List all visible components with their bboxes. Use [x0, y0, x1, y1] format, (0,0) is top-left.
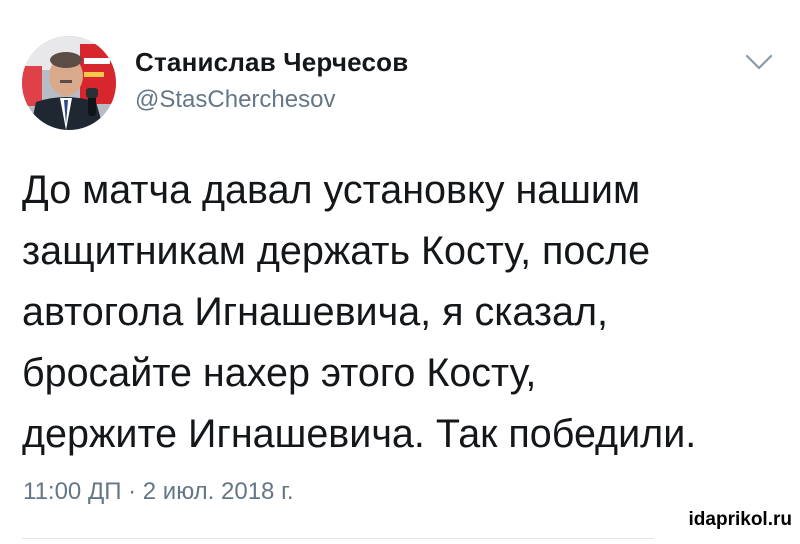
divider [22, 538, 654, 539]
author-display-name[interactable]: Станислав Черчесов [135, 47, 408, 78]
chevron-down-icon [745, 54, 773, 70]
author-avatar[interactable] [22, 36, 116, 130]
tweet-card: Станислав Черчесов @StasCherchesov До ма… [0, 0, 800, 544]
watermark: idaprikol.ru [688, 509, 792, 530]
tweet-text: До матча давал установку нашим защитника… [22, 168, 697, 456]
tweet-timestamp[interactable]: 11:00 ДП · 2 июл. 2018 г. [23, 478, 294, 506]
avatar-photo [22, 36, 116, 130]
author-handle[interactable]: @StasCherchesov [135, 86, 335, 114]
tweet-menu-button[interactable] [742, 50, 776, 74]
